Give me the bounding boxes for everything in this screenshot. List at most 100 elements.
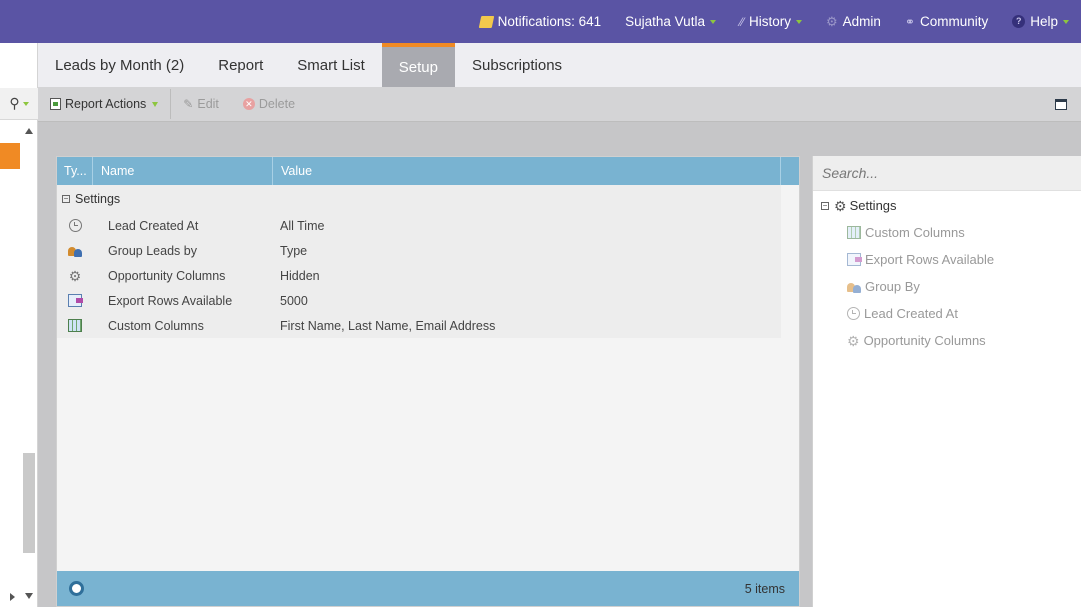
chevron-down-icon (795, 19, 802, 24)
row-value: 5000 (280, 293, 308, 308)
pencil-icon: ✎ (183, 97, 194, 111)
refresh-icon[interactable] (69, 581, 84, 596)
group-leads-icon (847, 281, 861, 293)
row-value: All Time (280, 218, 325, 233)
settings-grid: Ty... Name Value − Settings Lead Created… (56, 156, 800, 607)
table-row[interactable]: Lead Created At All Time (57, 213, 781, 238)
items-count: 5 items (744, 581, 785, 596)
row-name: Lead Created At (108, 218, 199, 233)
group-label: Settings (75, 192, 121, 206)
delete-button[interactable]: ✕ Delete (231, 87, 307, 122)
custom-columns-icon (68, 319, 82, 332)
column-header-name[interactable]: Name (93, 157, 273, 185)
export-rows-icon (68, 294, 83, 307)
tree-item-label: Group By (865, 279, 920, 294)
column-header-value[interactable]: Value (273, 157, 781, 185)
gear-icon: ⚙ (847, 332, 860, 349)
grid-footer: 5 items (57, 571, 799, 606)
notification-icon (478, 15, 494, 28)
toolbar: Report Actions ✎ Edit ✕ Delete (38, 87, 1081, 122)
settings-tree-panel: − ⚙ Settings Custom Columns Export Rows … (812, 156, 1081, 607)
help-menu[interactable]: ? Help (1000, 0, 1081, 43)
edit-button[interactable]: ✎ Edit (171, 87, 231, 122)
tree-tools-button[interactable]: ⚲ (0, 88, 38, 120)
report-tabs: Leads by Month (2) Report Smart List Set… (38, 43, 1081, 87)
top-nav-bar: Notifications: 641 Sujatha Vutla ⁄⁄ Hist… (0, 0, 1081, 43)
delete-icon: ✕ (242, 98, 255, 110)
export-rows-icon (847, 253, 862, 266)
user-name: Sujatha Vutla (625, 14, 705, 29)
scroll-thumb[interactable] (23, 453, 35, 553)
chevron-down-icon (1063, 19, 1069, 24)
tree-item-label: Export Rows Available (865, 252, 995, 267)
search-input[interactable] (822, 165, 1062, 181)
tree-item-lead-created-at[interactable]: Lead Created At (813, 300, 1081, 327)
tree-item-label: Lead Created At (864, 306, 958, 321)
scroll-down-icon[interactable] (25, 593, 33, 599)
tab-leads-by-month[interactable]: Leads by Month (2) (38, 43, 201, 87)
help-label: Help (1030, 14, 1058, 29)
tree-item-custom-columns[interactable]: Custom Columns (813, 219, 1081, 246)
group-leads-icon (68, 245, 82, 257)
tree-item-export-rows[interactable]: Export Rows Available (813, 246, 1081, 273)
tab-subscriptions[interactable]: Subscriptions (455, 43, 579, 87)
edit-label: Edit (197, 97, 219, 111)
search-box (813, 156, 1081, 191)
grid-header: Ty... Name Value (57, 157, 799, 185)
tab-smart-list[interactable]: Smart List (280, 43, 382, 87)
community-icon: ⚭ (904, 14, 915, 29)
column-header-type[interactable]: Ty... (57, 157, 93, 185)
tree-item-opportunity-columns[interactable]: ⚙ Opportunity Columns (813, 327, 1081, 354)
tree-scrollbar[interactable] (21, 125, 37, 599)
clock-icon (68, 219, 82, 232)
expand-rail-icon[interactable] (10, 593, 15, 601)
notifications-label: Notifications: 641 (497, 14, 602, 29)
chevron-down-icon (152, 101, 159, 107)
community-link[interactable]: ⚭ Community (893, 0, 1000, 43)
report-actions-button[interactable]: Report Actions (38, 87, 170, 122)
row-name: Custom Columns (108, 318, 204, 333)
report-actions-icon (50, 98, 61, 110)
tab-setup[interactable]: Setup (381, 43, 455, 87)
table-row[interactable]: Custom Columns First Name, Last Name, Em… (57, 313, 781, 338)
help-icon: ? (1012, 15, 1026, 28)
community-label: Community (919, 14, 989, 29)
history-menu[interactable]: ⁄⁄ History (728, 0, 814, 43)
table-row[interactable]: Export Rows Available 5000 (57, 288, 781, 313)
delete-label: Delete (258, 97, 296, 111)
left-rail: ⚲ (0, 43, 38, 607)
tree-item-label: Custom Columns (865, 225, 965, 240)
user-menu[interactable]: Sujatha Vutla (613, 0, 728, 43)
tree-item-group-by[interactable]: Group By (813, 273, 1081, 300)
row-name: Export Rows Available (108, 293, 233, 308)
gear-icon: ⚙ (68, 267, 82, 284)
history-icon: ⁄⁄ (739, 14, 744, 29)
selected-tree-marker[interactable] (0, 143, 20, 169)
admin-label: Admin (842, 14, 881, 29)
row-name: Opportunity Columns (108, 268, 226, 283)
table-row[interactable]: Group Leads by Type (57, 238, 781, 263)
tab-report[interactable]: Report (201, 43, 280, 87)
chevron-down-icon (709, 19, 716, 24)
group-row-settings[interactable]: − Settings (57, 185, 781, 213)
chevron-down-icon (22, 101, 29, 106)
tree-item-label: Opportunity Columns (863, 333, 986, 348)
wand-icon: ⚲ (9, 95, 20, 111)
maximize-icon[interactable] (1055, 99, 1067, 110)
gear-icon: ⚙ (825, 13, 838, 29)
collapse-icon[interactable]: − (62, 195, 70, 203)
tree-root-settings[interactable]: − ⚙ Settings (813, 192, 1081, 219)
notifications-link[interactable]: Notifications: 641 (468, 0, 614, 43)
custom-columns-icon (847, 226, 861, 239)
collapse-icon[interactable]: − (821, 201, 829, 210)
admin-link[interactable]: ⚙ Admin (814, 0, 893, 43)
row-name: Group Leads by (108, 243, 197, 258)
row-value: Hidden (280, 268, 320, 283)
scroll-up-icon[interactable] (25, 128, 33, 134)
table-row[interactable]: ⚙ Opportunity Columns Hidden (57, 263, 781, 288)
row-value: Type (280, 243, 308, 258)
history-label: History (748, 14, 791, 29)
gear-icon: ⚙ (834, 197, 847, 214)
report-actions-label: Report Actions (65, 97, 147, 111)
top-nav: Notifications: 641 Sujatha Vutla ⁄⁄ Hist… (468, 0, 1081, 43)
